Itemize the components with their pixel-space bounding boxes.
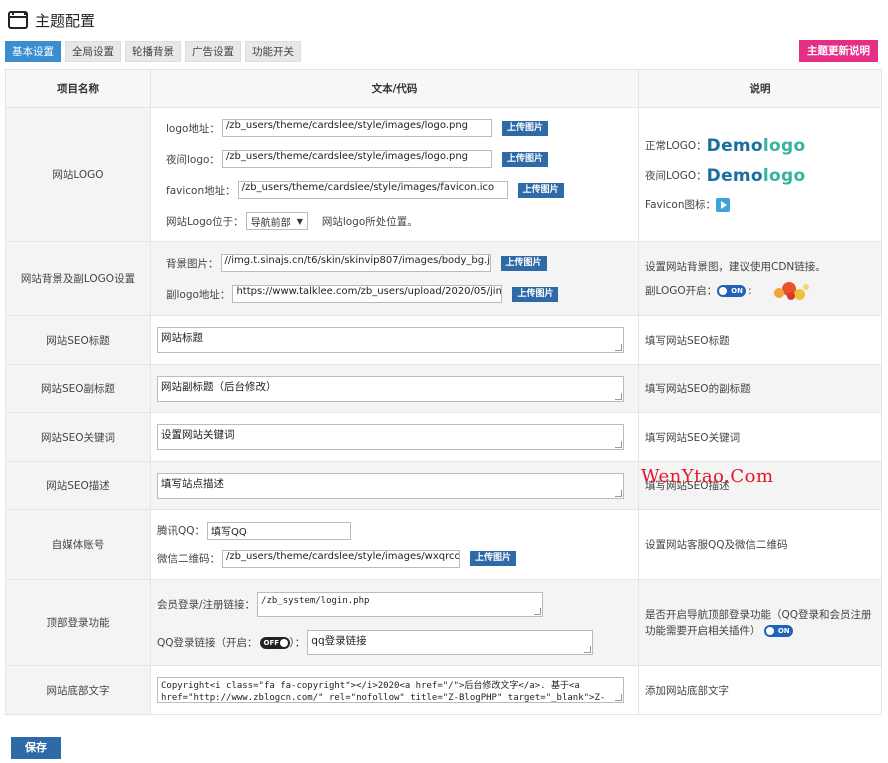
header-text-code: 文本/代码 [150, 69, 639, 108]
row-seo-subtitle: 网站SEO副标题 网站副标题（后台修改） 填写网站SEO的副标题 [5, 364, 882, 413]
tab-ad-settings[interactable]: 广告设置 [185, 41, 241, 62]
tab-feature-switches[interactable]: 功能开关 [245, 41, 301, 62]
normal-logo-desc: 正常LOGO： [645, 140, 707, 152]
seo-title-desc: 填写网站SEO标题 [638, 315, 882, 365]
favicon-input[interactable]: /zb_users/theme/cardslee/style/images/fa… [237, 181, 508, 199]
row-site-logo: 网站LOGO logo地址： /zb_users/theme/cardslee/… [5, 107, 882, 242]
qq-login-label-end: ）： [289, 637, 306, 649]
tab-carousel-background[interactable]: 轮播背景 [125, 41, 181, 62]
table-header-row: 项目名称 文本/代码 说明 [5, 69, 882, 108]
footer-text-textarea[interactable]: Copyright<i class="fa fa-copyright"></i>… [157, 677, 624, 703]
sub-logo-toggle[interactable]: ON [717, 284, 747, 297]
favicon-preview-icon [716, 197, 730, 212]
footer-desc: 添加网站底部文字 [638, 665, 882, 715]
row-name: 自媒体账号 [5, 509, 151, 580]
logo-upload-button[interactable]: 上传图片 [501, 120, 548, 136]
sub-logo-input[interactable]: https://www.talklee.com/zb_users/upload/… [232, 285, 503, 303]
row-footer-text: 网站底部文字 Copyright<i class="fa fa-copyrigh… [5, 665, 882, 715]
favicon-upload-button[interactable]: 上传图片 [517, 182, 564, 198]
toggle-knob [279, 638, 288, 647]
media-desc: 设置网站客服QQ及微信二维码 [638, 509, 882, 580]
login-desc: 是否开启导航顶部登录功能（QQ登录和会员注册功能需要开启相关插件） [645, 608, 872, 637]
row-seo-keywords: 网站SEO关键词 设置网站关键词 填写网站SEO关键词 [5, 412, 882, 462]
member-login-label: 会员登录/注册链接： [157, 599, 256, 611]
row-name: 顶部登录功能 [5, 579, 151, 666]
qq-input[interactable]: 填写QQ [207, 521, 352, 540]
background-image-label: 背景图片： [166, 257, 219, 270]
toggle-knob [719, 286, 728, 295]
normal-logo-preview: Demologo [707, 136, 806, 156]
window-icon [8, 11, 28, 29]
header-item-name: 项目名称 [5, 69, 151, 108]
login-toggle[interactable]: ON [763, 624, 793, 637]
night-logo-upload-button[interactable]: 上传图片 [501, 151, 548, 167]
seo-subtitle-textarea[interactable]: 网站副标题（后台修改） [157, 375, 624, 402]
logo-word-a: Demo [706, 135, 763, 156]
row-top-login: 顶部登录功能 会员登录/注册链接： /zb_system/login.php Q… [5, 579, 882, 666]
row-name: 网站SEO描述 [5, 461, 151, 510]
wechat-qr-label: 微信二维码： [157, 553, 220, 565]
row-seo-title: 网站SEO标题 网站标题 填写网站SEO标题 [5, 315, 882, 365]
logo-word-b: logo [762, 135, 806, 156]
background-image-input[interactable]: //img.t.sinajs.cn/t6/skin/skinvip807/ima… [220, 254, 491, 272]
row-name: 网站SEO副标题 [5, 364, 151, 413]
night-logo-label: 夜间logo： [166, 153, 220, 166]
row-name: 网站SEO关键词 [5, 412, 151, 462]
tab-basic-settings[interactable]: 基本设置 [5, 41, 61, 62]
favicon-label: favicon地址： [166, 184, 236, 197]
watermark: WenYtao.Com [641, 466, 774, 487]
night-logo-desc: 夜间LOGO： [645, 170, 707, 182]
background-desc: 设置网站背景图，建议使用CDN链接。 [645, 261, 826, 273]
qq-login-toggle[interactable]: OFF [259, 636, 290, 649]
toggle-text: ON [731, 286, 743, 295]
logo-word-a: Demo [706, 165, 763, 186]
logo-position-value: 导航前部 [250, 217, 291, 229]
tab-global-settings[interactable]: 全局设置 [65, 41, 121, 62]
favicon-desc: Favicon图标： [645, 199, 716, 211]
qq-login-label: QQ登录链接（开启： [157, 637, 258, 649]
qq-label: 腾讯QQ： [157, 525, 206, 537]
row-media-accounts: 自媒体账号 腾讯QQ： 填写QQ 微信二维码： /zb_users/theme/… [5, 509, 882, 580]
qq-login-textarea[interactable]: qq登录链接 [307, 630, 594, 655]
logo-word-b: logo [762, 165, 806, 186]
sub-logo-preview-image [770, 280, 812, 302]
row-background-sublogo: 网站背景及副LOGO设置 背景图片： //img.t.sinajs.cn/t6/… [5, 241, 882, 316]
night-logo-preview: Demologo [707, 166, 806, 186]
sub-logo-label: 副logo地址： [166, 288, 231, 301]
seo-keywords-textarea[interactable]: 设置网站关键词 [157, 424, 624, 450]
background-upload-button[interactable]: 上传图片 [500, 255, 547, 271]
seo-subtitle-desc: 填写网站SEO的副标题 [638, 364, 882, 413]
row-name: 网站背景及副LOGO设置 [5, 241, 151, 316]
toggle-text: OFF [263, 638, 280, 647]
night-logo-input[interactable]: /zb_users/theme/cardslee/style/images/lo… [221, 150, 492, 168]
theme-update-notes-button[interactable]: 主题更新说明 [799, 40, 878, 62]
wechat-qr-upload-button[interactable]: 上传图片 [470, 551, 517, 566]
tab-bar: 基本设置 全局设置 轮播背景 广告设置 功能开关 [5, 41, 305, 62]
row-name: 网站底部文字 [5, 665, 151, 715]
row-name: 网站SEO标题 [5, 315, 151, 365]
toggle-text: ON [777, 626, 790, 635]
toggle-knob [765, 626, 774, 635]
logo-position-select[interactable]: 导航前部 ▼ [245, 212, 308, 230]
logo-position-label: 网站Logo位于： [166, 215, 244, 228]
seo-keywords-desc: 填写网站SEO关键词 [638, 412, 882, 462]
page-title: 主题配置 [35, 11, 96, 30]
logo-url-input[interactable]: /zb_users/theme/cardslee/style/images/lo… [221, 119, 492, 137]
config-table: 项目名称 文本/代码 说明 网站LOGO logo地址： /zb_users/t… [5, 69, 882, 715]
save-button[interactable]: 保存 [11, 737, 61, 759]
wechat-qr-input[interactable]: /zb_users/theme/cardslee/style/images/wx… [222, 549, 460, 568]
seo-title-textarea[interactable]: 网站标题 [157, 327, 624, 353]
sub-logo-upload-button[interactable]: 上传图片 [512, 286, 559, 302]
row-name: 网站LOGO [5, 107, 151, 242]
member-login-textarea[interactable]: /zb_system/login.php [257, 592, 544, 617]
seo-description-textarea[interactable]: 填写站点描述 [157, 472, 624, 499]
dropdown-arrow-icon: ▼ [296, 216, 303, 226]
header-description: 说明 [638, 69, 882, 108]
page-header: 主题配置 [8, 8, 95, 32]
logo-url-label: logo地址： [166, 122, 220, 135]
logo-position-hint: 网站logo所处位置。 [321, 215, 418, 228]
sub-logo-enable-label: 副LOGO开启： [645, 285, 718, 297]
